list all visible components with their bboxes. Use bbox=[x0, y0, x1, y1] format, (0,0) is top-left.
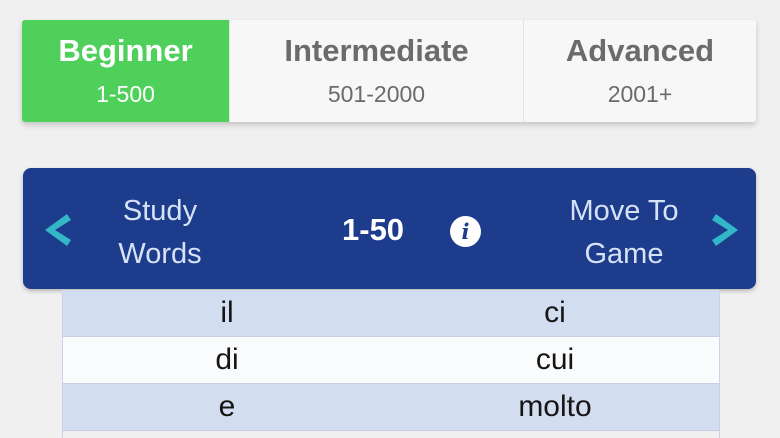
word-set-nav-bar: Study Words 1-50 i Move To Game bbox=[23, 168, 756, 289]
word-cell: il bbox=[220, 296, 234, 329]
study-words-line2: Words bbox=[118, 238, 202, 270]
chevron-right-icon[interactable] bbox=[712, 212, 742, 248]
chevron-left-icon[interactable] bbox=[41, 212, 71, 248]
tab-intermediate-range: 501-2000 bbox=[327, 81, 426, 107]
move-to-game-line1: Move To bbox=[569, 195, 679, 227]
tab-intermediate-label: Intermediate bbox=[284, 33, 469, 68]
word-cell: molto bbox=[518, 390, 592, 423]
info-icon[interactable]: i bbox=[450, 216, 481, 247]
study-words-button[interactable]: Study Words bbox=[95, 190, 225, 276]
list-item: di cui bbox=[63, 337, 719, 384]
tab-advanced-range: 2001+ bbox=[607, 81, 673, 107]
tab-intermediate[interactable]: Intermediate 501-2000 bbox=[230, 20, 524, 122]
word-cell: di bbox=[215, 343, 239, 376]
list-item: e molto bbox=[63, 384, 719, 431]
tab-beginner[interactable]: Beginner 1-500 bbox=[22, 20, 230, 122]
info-glyph: i bbox=[461, 219, 470, 244]
list-item: il ci bbox=[63, 290, 719, 337]
study-words-line1: Study bbox=[122, 195, 198, 227]
tab-advanced[interactable]: Advanced 2001+ bbox=[524, 20, 756, 122]
word-list: il ci di cui e molto bbox=[62, 290, 720, 438]
word-range-label: 1-50 bbox=[342, 212, 405, 247]
level-tabs: Beginner 1-500 Intermediate 501-2000 Adv… bbox=[22, 20, 756, 122]
tab-beginner-label: Beginner bbox=[58, 33, 193, 68]
word-cell: e bbox=[218, 390, 236, 423]
word-cell: ci bbox=[544, 296, 566, 329]
move-to-game-button[interactable]: Move To Game bbox=[554, 190, 694, 276]
word-cell: cui bbox=[535, 343, 575, 376]
move-to-game-line2: Game bbox=[584, 238, 664, 270]
tab-beginner-range: 1-500 bbox=[96, 81, 155, 107]
tab-advanced-label: Advanced bbox=[565, 33, 715, 68]
